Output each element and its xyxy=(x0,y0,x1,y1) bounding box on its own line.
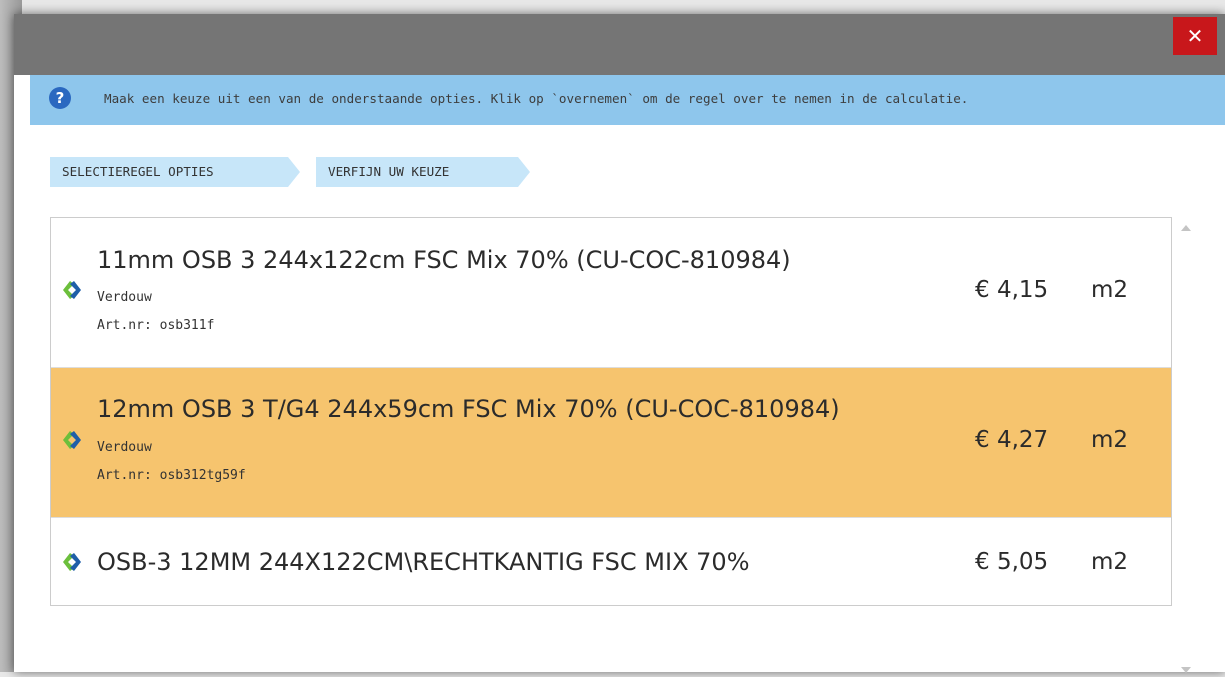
list-scrollbar[interactable] xyxy=(1177,217,1195,677)
info-bar: ? Maak een keuze uit een van de ondersta… xyxy=(30,75,1225,125)
info-text: Maak een keuze uit een van de onderstaan… xyxy=(104,91,969,106)
scroll-up-arrow-icon[interactable] xyxy=(1181,225,1191,231)
option-row[interactable]: OSB-3 12MM 244X122CM\RECHTKANTIG FSC MIX… xyxy=(51,518,1171,606)
option-supplier: Verdouw xyxy=(97,290,152,305)
question-circle-icon: ? xyxy=(49,87,71,109)
option-row-selected[interactable]: 12mm OSB 3 T/G4 244x59cm FSC Mix 70% (CU… xyxy=(51,368,1171,518)
option-unit: m2 xyxy=(1091,549,1129,575)
selection-dialog: ✕ ? Maak een keuze uit een van de onders… xyxy=(14,14,1225,673)
close-button[interactable]: ✕ xyxy=(1173,17,1217,55)
option-unit: m2 xyxy=(1091,277,1129,303)
options-list: 11mm OSB 3 244x122cm FSC Mix 70% (CU-COC… xyxy=(50,217,1172,606)
option-price: € 5,05 xyxy=(975,549,1049,575)
option-price: € 4,15 xyxy=(975,277,1049,303)
scroll-down-arrow-icon[interactable] xyxy=(1181,667,1191,673)
option-title: 12mm OSB 3 T/G4 244x59cm FSC Mix 70% (CU… xyxy=(97,395,840,423)
supplier-logo-icon xyxy=(63,281,81,299)
option-article-number: Art.nr: osb312tg59f xyxy=(97,468,246,483)
option-title: OSB-3 12MM 244X122CM\RECHTKANTIG FSC MIX… xyxy=(97,548,750,576)
breadcrumb-selectieregel-opties[interactable]: SELECTIEREGEL OPTIES xyxy=(50,157,300,187)
option-row[interactable]: 11mm OSB 3 244x122cm FSC Mix 70% (CU-COC… xyxy=(51,218,1171,368)
supplier-logo-icon xyxy=(63,431,81,449)
option-price: € 4,27 xyxy=(975,427,1049,453)
dialog-titlebar: ✕ xyxy=(14,14,1225,75)
option-supplier: Verdouw xyxy=(97,440,152,455)
dialog-content: ? Maak een keuze uit een van de ondersta… xyxy=(30,75,1225,673)
supplier-logo-icon xyxy=(63,553,81,571)
option-title: 11mm OSB 3 244x122cm FSC Mix 70% (CU-COC… xyxy=(97,246,791,274)
option-unit: m2 xyxy=(1091,427,1129,453)
breadcrumb-verfijn-uw-keuze[interactable]: VERFIJN UW KEUZE xyxy=(316,157,530,187)
option-article-number: Art.nr: osb311f xyxy=(97,318,215,333)
